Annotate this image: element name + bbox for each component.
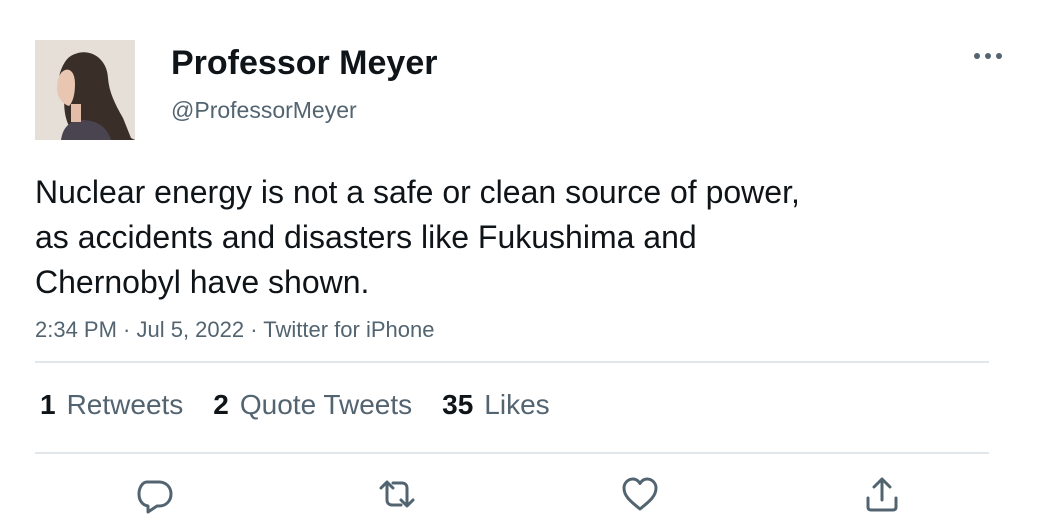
- tweet-text: Nuclear energy is not a safe or clean so…: [35, 170, 935, 305]
- like-icon: [622, 477, 658, 511]
- tweet: Professor Meyer @ProfessorMeyer Nuclear …: [0, 0, 1050, 525]
- likes-stat[interactable]: 35 Likes: [442, 387, 550, 423]
- display-name[interactable]: Professor Meyer: [171, 42, 437, 84]
- share-button[interactable]: [860, 472, 904, 516]
- reply-button[interactable]: [133, 472, 177, 516]
- more-options-icon: [974, 53, 1002, 59]
- like-button[interactable]: [618, 472, 662, 516]
- retweets-label: Retweets: [66, 389, 184, 420]
- retweets-count: 1: [40, 389, 56, 420]
- more-options-button[interactable]: [972, 45, 1004, 67]
- avatar[interactable]: [35, 40, 135, 140]
- engagement-stats: 1 Retweets 2 Quote Tweets 35 Likes: [40, 387, 580, 423]
- tweet-text-line: Nuclear energy is not a safe or clean so…: [35, 174, 800, 210]
- divider: [35, 361, 989, 363]
- quote-tweets-count: 2: [213, 389, 229, 420]
- tweet-text-line: Chernobyl have shown.: [35, 264, 370, 300]
- profile-photo-icon: [35, 40, 135, 140]
- divider: [35, 452, 989, 454]
- retweets-stat[interactable]: 1 Retweets: [40, 387, 183, 423]
- tweet-timestamp[interactable]: 2:34 PM · Jul 5, 2022 · Twitter for iPho…: [35, 316, 434, 344]
- likes-count: 35: [442, 389, 474, 420]
- share-icon: [866, 477, 898, 512]
- reply-icon: [137, 480, 173, 514]
- tweet-text-line: as accidents and disasters like Fukushim…: [35, 219, 697, 255]
- user-handle[interactable]: @ProfessorMeyer: [171, 96, 357, 124]
- action-bar: [0, 472, 1050, 517]
- likes-label: Likes: [484, 389, 550, 420]
- quote-tweets-label: Quote Tweets: [239, 389, 413, 420]
- retweet-icon: [379, 480, 415, 508]
- quote-tweets-stat[interactable]: 2 Quote Tweets: [213, 387, 412, 423]
- retweet-button[interactable]: [375, 472, 419, 516]
